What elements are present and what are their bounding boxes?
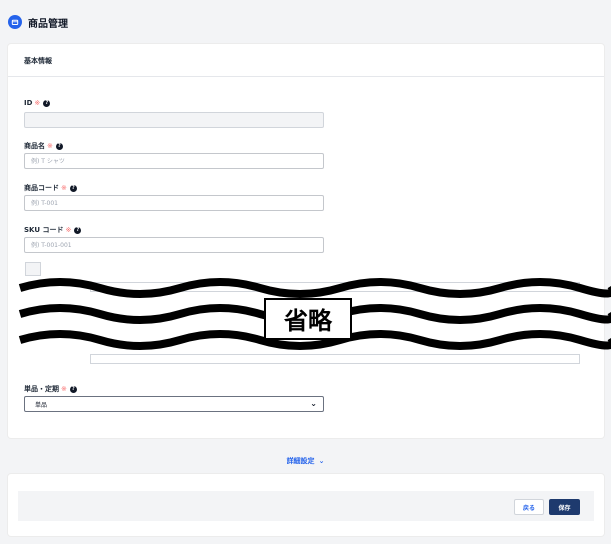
help-icon[interactable]: ?: [69, 184, 77, 192]
detail-settings-label: 詳細設定: [286, 457, 315, 465]
help-icon[interactable]: ?: [74, 226, 82, 234]
type-label: 単品・定期 ※ ?: [24, 384, 77, 394]
help-icon[interactable]: ?: [69, 385, 77, 393]
type-select-value: 単品: [35, 401, 48, 409]
back-button[interactable]: 戻る: [514, 499, 544, 515]
required-mark: ※: [65, 226, 72, 234]
detail-settings-toggle[interactable]: 詳細設定 ⌄: [0, 456, 611, 466]
action-bar: [18, 491, 594, 521]
product-name-input[interactable]: [24, 153, 324, 169]
product-icon: [8, 15, 22, 29]
sku-code-label: SKU コード ※ ?: [24, 225, 82, 235]
chevron-down-icon: ⌄: [310, 399, 317, 408]
required-mark: ※: [61, 184, 67, 192]
product-code-label: 商品コード ※ ?: [24, 183, 77, 193]
save-button[interactable]: 保存: [549, 499, 580, 515]
chevron-down-icon: ⌄: [318, 456, 325, 465]
sku-code-input[interactable]: [24, 237, 324, 253]
page-title: 商品管理: [28, 18, 68, 30]
product-name-label: 商品名 ※ ?: [24, 141, 63, 151]
product-code-input[interactable]: [24, 195, 324, 211]
basic-info-card: 基本情報 ID ※ ? 商品名 ※ ? 商品コード ※ ? SKU コード ※ …: [8, 44, 604, 438]
required-mark: ※: [47, 142, 53, 150]
type-select[interactable]: 単品 ⌄: [24, 396, 324, 412]
id-input[interactable]: [24, 112, 324, 128]
id-label: ID ※ ?: [24, 99, 51, 107]
page-header: 商品管理: [8, 12, 68, 32]
help-icon[interactable]: ?: [55, 142, 63, 150]
required-mark: ※: [34, 99, 41, 107]
help-icon[interactable]: ?: [43, 99, 51, 107]
card-title: 基本情報: [8, 44, 604, 77]
required-mark: ※: [61, 385, 67, 393]
footer-card: 戻る 保存: [8, 474, 604, 536]
